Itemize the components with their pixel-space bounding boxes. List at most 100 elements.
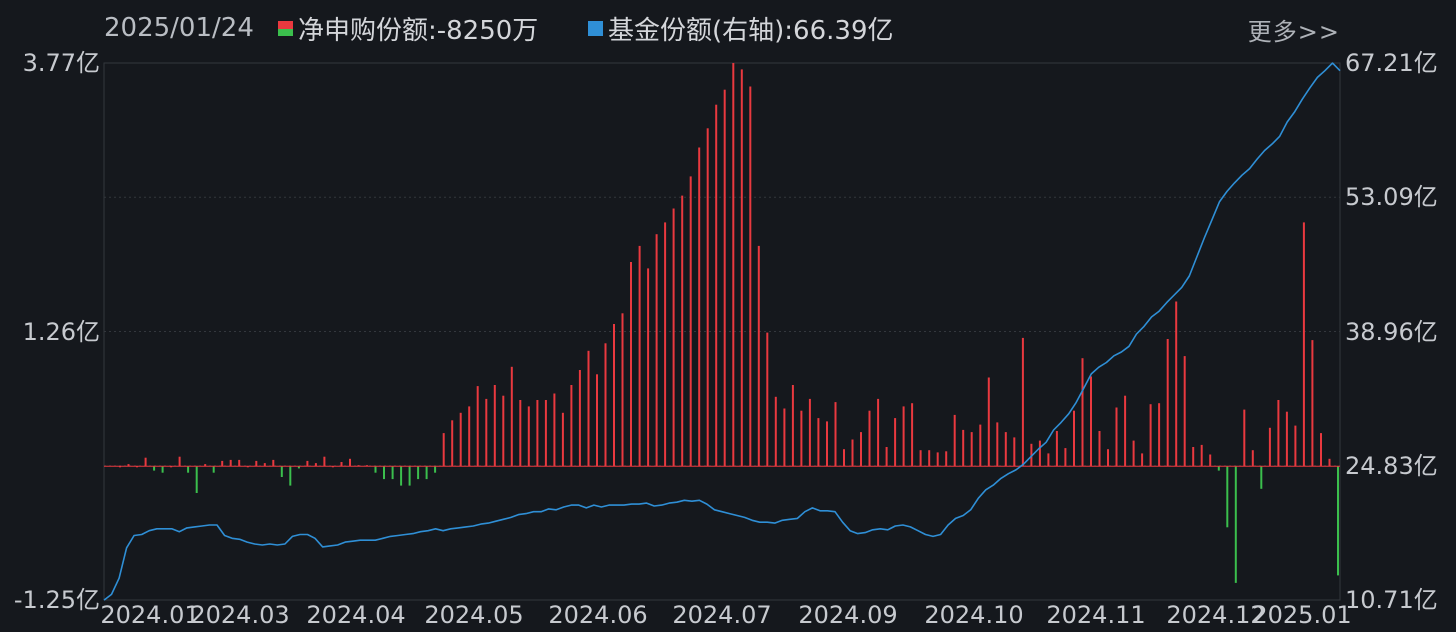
net-subscription-bar xyxy=(280,466,283,477)
net-subscription-bar xyxy=(902,406,905,467)
net-subscription-bar xyxy=(1013,437,1016,467)
x-axis-tick-label: 2024.05 xyxy=(424,601,524,629)
net-subscription-bar xyxy=(706,128,709,467)
net-subscription-bar xyxy=(578,370,581,467)
net-subscription-bar xyxy=(996,422,999,467)
net-subscription-bar xyxy=(178,456,181,467)
net-subscription-bar xyxy=(229,459,232,467)
net-subscription-bar xyxy=(1081,358,1084,467)
net-subscription-bar xyxy=(1328,458,1331,467)
grid-lines xyxy=(103,62,1341,601)
net-subscription-bar xyxy=(442,433,445,467)
net-subscription-bar xyxy=(383,466,385,480)
net-subscription-bar xyxy=(1021,337,1024,467)
net-subscription-bar xyxy=(945,451,948,467)
x-axis-tick-label: 2024.06 xyxy=(548,601,648,629)
net-subscription-bars xyxy=(104,63,1340,583)
net-subscription-bar xyxy=(740,69,743,467)
left-axis-tick-label: 3.77亿 xyxy=(22,49,100,77)
net-subscription-bar xyxy=(400,466,403,486)
net-subscription-bar xyxy=(476,386,479,467)
net-subscription-bar xyxy=(911,403,914,467)
x-axis-tick-label: 2025.01 xyxy=(1252,601,1352,629)
net-subscription-bar xyxy=(425,466,428,480)
net-subscription-bar xyxy=(570,385,573,467)
net-subscription-bar xyxy=(791,385,794,467)
net-subscription-bar xyxy=(655,234,658,467)
net-subscription-bar xyxy=(1200,444,1203,467)
net-subscription-bar xyxy=(1073,410,1075,467)
net-subscription-bar xyxy=(161,466,164,473)
net-subscription-bar xyxy=(1064,448,1067,467)
net-subscription-bar xyxy=(306,460,309,467)
x-axis-tick-label: 2024.03 xyxy=(190,601,290,629)
chart-plot xyxy=(103,62,1341,601)
net-subscription-bar xyxy=(970,432,973,467)
net-subscription-bar xyxy=(1277,400,1280,467)
net-subscription-bar xyxy=(561,412,564,467)
x-axis-tick-label: 2024.09 xyxy=(798,601,898,629)
net-subscription-bar xyxy=(885,447,888,467)
net-subscription-bar xyxy=(459,412,462,467)
net-subscription-bar xyxy=(212,466,215,473)
net-subscription-bar xyxy=(587,350,590,467)
net-subscription-bar xyxy=(536,400,539,467)
x-axis-tick-label: 2024.07 xyxy=(672,601,772,629)
net-subscription-bar xyxy=(1038,440,1041,467)
net-subscription-bar xyxy=(621,313,624,467)
net-subscription-bar xyxy=(1141,453,1144,467)
net-subscription-bar xyxy=(1149,404,1152,467)
net-subscription-bar xyxy=(647,268,650,467)
left-axis-tick-label: 1.26亿 xyxy=(22,317,100,346)
net-subscription-bar xyxy=(1285,411,1288,467)
net-subscription-bar xyxy=(1047,453,1050,467)
net-subscription-bar xyxy=(374,466,377,473)
right-axis-tick-label: 38.96亿 xyxy=(1345,317,1438,346)
net-subscription-bar xyxy=(519,400,522,467)
net-subscription-bar xyxy=(860,432,862,467)
net-subscription-bar xyxy=(1158,403,1161,467)
net-subscription-bar xyxy=(715,104,718,467)
net-subscription-bar xyxy=(1098,431,1101,467)
net-subscription-bar xyxy=(1209,454,1212,467)
right-axis-tick-label: 53.09亿 xyxy=(1345,183,1438,212)
net-subscription-bar xyxy=(1311,340,1314,467)
net-subscription-bar xyxy=(987,377,990,467)
net-subscription-bar xyxy=(187,466,190,473)
net-subscription-bar xyxy=(144,457,147,467)
net-subscription-bar xyxy=(1260,466,1263,489)
net-subscription-bar xyxy=(962,429,965,467)
net-subscription-bar xyxy=(894,418,897,467)
net-subscription-bar xyxy=(434,466,437,473)
net-subscription-bar xyxy=(238,459,241,467)
right-axis-tick-label: 10.71亿 xyxy=(1345,586,1438,614)
net-subscription-bar xyxy=(289,466,292,486)
net-subscription-bar xyxy=(417,466,420,480)
net-subscription-bar xyxy=(783,408,786,467)
net-subscription-bar xyxy=(596,374,598,467)
net-subscription-bar xyxy=(800,410,803,467)
net-subscription-bar xyxy=(1217,466,1220,471)
net-subscription-bar xyxy=(613,324,615,467)
net-subscription-bar xyxy=(1107,449,1109,467)
net-subscription-bar xyxy=(1124,395,1127,467)
net-subscription-bar xyxy=(766,332,769,467)
net-subscription-bar xyxy=(485,398,488,467)
net-subscription-bar xyxy=(340,462,343,467)
net-subscription-bar xyxy=(1243,409,1246,467)
net-subscription-bar xyxy=(868,410,871,467)
net-subscription-bar xyxy=(1090,376,1092,467)
net-subscription-bar xyxy=(630,262,632,467)
net-subscription-bar xyxy=(1055,431,1058,467)
net-subscription-bar xyxy=(221,460,224,467)
net-subscription-bar xyxy=(255,460,258,467)
net-subscription-bar xyxy=(195,466,198,493)
net-subscription-bar xyxy=(1175,301,1178,467)
net-subscription-bar xyxy=(391,466,394,480)
net-subscription-bar xyxy=(451,420,454,467)
net-subscription-bar xyxy=(774,396,777,467)
net-subscription-bar xyxy=(272,459,275,467)
right-axis-tick-label: 24.83亿 xyxy=(1345,451,1438,480)
right-axis-tick-label: 67.21亿 xyxy=(1345,49,1438,77)
net-subscription-bar xyxy=(153,466,156,471)
